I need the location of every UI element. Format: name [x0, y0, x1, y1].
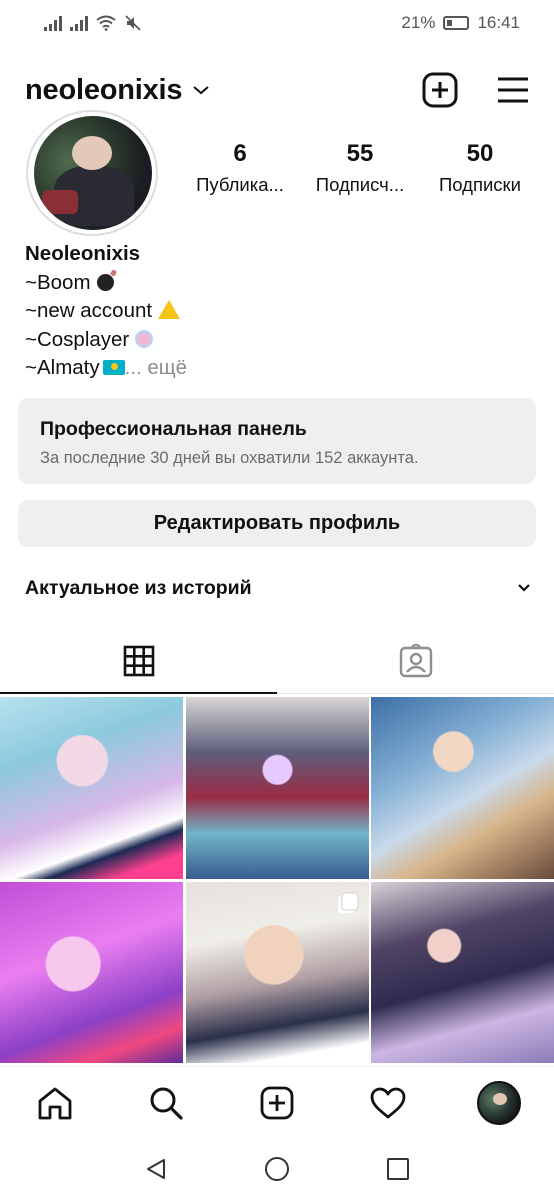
profile-stats: 6 Публика... 55 Подписч... 50 Подписки [180, 140, 540, 196]
bottom-navigation [0, 1066, 554, 1138]
profile-bio: Neoleonixis ~Boom ~new account ~Cosplaye… [25, 240, 525, 383]
bio-more-link[interactable]: ... ещё [125, 356, 187, 379]
stat-value: 50 [466, 140, 494, 167]
nav-create[interactable] [241, 1067, 313, 1139]
dashboard-title: Профессиональная панель [40, 418, 307, 440]
chevron-down-icon[interactable] [192, 84, 210, 96]
post-thumbnail[interactable] [0, 882, 183, 1063]
edit-profile-button[interactable]: Редактировать профиль [18, 500, 536, 547]
stat-value: 55 [346, 140, 374, 167]
status-icons-left [44, 14, 142, 32]
post-thumbnail[interactable] [371, 882, 554, 1063]
tab-tagged[interactable] [277, 628, 554, 693]
home-icon[interactable] [37, 1086, 73, 1120]
nav-activity[interactable] [352, 1067, 424, 1139]
story-highlights[interactable]: Актуальное из историй [25, 570, 531, 606]
post-thumbnail[interactable] [371, 697, 554, 879]
home-circle-icon[interactable] [264, 1156, 290, 1182]
profile-avatar[interactable] [26, 110, 158, 236]
nav-profile[interactable] [463, 1067, 535, 1139]
clock: 16:41 [477, 13, 520, 32]
muted-icon [125, 15, 141, 31]
nav-home[interactable] [19, 1067, 91, 1139]
post-thumbnail[interactable] [185, 882, 369, 1063]
post-thumbnail[interactable] [0, 697, 183, 879]
multiple-posts-icon [337, 892, 358, 913]
bio-line: ~Cosplayer [25, 326, 525, 355]
bomb-emoji-icon [96, 273, 114, 291]
posts-grid [0, 697, 554, 1063]
tab-grid[interactable] [0, 628, 277, 694]
display-name: Neoleonixis [25, 242, 141, 265]
menu-button[interactable] [496, 76, 530, 104]
profile-avatar[interactable] [476, 1080, 521, 1125]
nav-search[interactable] [130, 1067, 202, 1139]
stat-value: 6 [233, 140, 247, 167]
back-icon[interactable] [144, 1157, 168, 1181]
bio-line: ~Almaty... ещё [25, 356, 188, 379]
stat-label: Публика... [196, 174, 284, 195]
dashboard-subtitle: За последние 30 дней вы охватили 152 акк… [40, 449, 419, 467]
avatar-photo [34, 116, 152, 230]
status-bar: 21% 16:41 [0, 0, 554, 46]
recents-icon[interactable] [386, 1157, 410, 1181]
create-post-button[interactable] [422, 72, 458, 108]
username[interactable]: neoleonixis [25, 74, 183, 107]
warning-emoji-icon [158, 300, 181, 319]
account-switcher[interactable]: neoleonixis [25, 74, 210, 107]
battery-percent: 21% [401, 13, 436, 32]
plus-square-icon[interactable] [422, 72, 458, 108]
bio-line: ~Boom [25, 269, 525, 298]
stat-following[interactable]: 50 Подписки [420, 140, 540, 196]
header-actions [422, 72, 530, 108]
post-thumbnail[interactable] [185, 697, 369, 879]
professional-dashboard[interactable]: Профессиональная панель За последние 30 … [18, 398, 536, 484]
stat-followers[interactable]: 55 Подписч... [300, 140, 420, 196]
highlights-label: Актуальное из историй [25, 576, 252, 599]
chevron-down-icon[interactable] [517, 583, 531, 593]
grid-icon[interactable] [123, 645, 155, 677]
hamburger-menu-icon[interactable] [496, 76, 530, 104]
signal-icon [44, 15, 62, 31]
create-icon[interactable] [260, 1086, 294, 1120]
battery-icon [443, 16, 470, 30]
system-navigation-bar [0, 1138, 554, 1200]
kazakhstan-flag-icon [102, 360, 125, 375]
search-icon[interactable] [148, 1085, 184, 1121]
bio-line: ~new account [25, 297, 525, 326]
fairy-emoji-icon [135, 329, 154, 348]
heart-icon[interactable] [370, 1087, 406, 1119]
tagged-person-icon[interactable] [399, 643, 433, 678]
stat-posts[interactable]: 6 Публика... [180, 140, 300, 196]
wifi-icon [96, 15, 116, 31]
profile-tabs [0, 628, 554, 694]
status-icons-right: 21% 16:41 [401, 13, 520, 33]
stat-label: Подписки [438, 174, 521, 195]
signal-icon-2 [70, 15, 88, 31]
stat-label: Подписч... [315, 174, 405, 195]
